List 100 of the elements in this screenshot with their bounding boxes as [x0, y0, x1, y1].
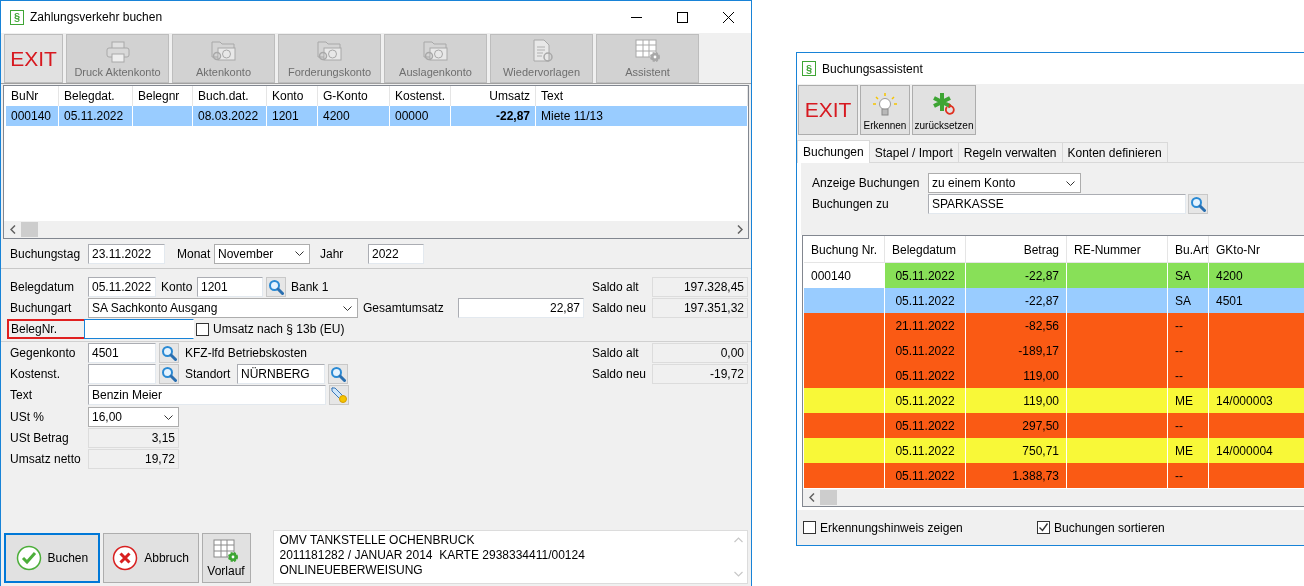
field-label: USt %	[10, 410, 45, 424]
checkbox-label: Erkennungshinweis zeigen	[820, 520, 963, 535]
table-row[interactable]: 21.11.2022 -82,56 --	[804, 313, 1304, 338]
chevron-icon	[164, 414, 173, 420]
search-icon	[268, 279, 284, 295]
search-button[interactable]	[159, 343, 179, 363]
tag-button[interactable]	[329, 385, 349, 405]
grid-icon	[213, 538, 239, 563]
input-field[interactable]	[84, 319, 194, 339]
exit-button[interactable]: EXIT	[798, 85, 858, 135]
input-field[interactable]: Benzin Meier	[88, 385, 326, 405]
field-label: Belegdatum	[10, 280, 76, 294]
table-row[interactable]: 05.11.2022 -22,87 SA 4501	[804, 288, 1304, 313]
input-field[interactable]: 2022	[368, 243, 424, 264]
table-cell: -22,87	[451, 106, 536, 126]
scrollbar[interactable]	[4, 221, 748, 238]
reset-button[interactable]: zurücksetzen	[912, 85, 976, 135]
field-label: Saldo neu	[592, 367, 648, 381]
chevron-icon	[295, 251, 304, 256]
field-label: Gegenkonto	[10, 346, 77, 360]
field-label: Konto	[161, 280, 194, 294]
table-cell: 4200	[318, 106, 390, 126]
field-label: Buchungen zu	[812, 197, 890, 211]
table-row[interactable]: 05.11.2022 297,50 --	[804, 413, 1304, 438]
folder-icon	[316, 39, 343, 63]
chevron-icon	[343, 305, 352, 311]
booking-type-dropdown[interactable]: SA Sachkonto Ausgang	[88, 298, 358, 318]
preview-button[interactable]: Vorlauf	[201, 533, 251, 583]
book-button[interactable]: Buchen	[4, 533, 100, 583]
input-field[interactable]: 23.11.2022	[88, 243, 165, 264]
field-label: Buchungstag	[10, 246, 82, 261]
search-icon	[161, 345, 177, 361]
input-field[interactable]: SPARKASSE	[928, 194, 1186, 214]
table-row[interactable]: 05.11.2022 750,71 ME 14/000004	[804, 438, 1304, 463]
search-button[interactable]	[159, 364, 179, 384]
field-label: USt Betrag	[10, 431, 70, 445]
readonly-field: -19,72	[652, 364, 748, 384]
vat-dropdown[interactable]: 16,00	[88, 407, 179, 427]
search-icon	[330, 366, 346, 382]
month-dropdown[interactable]: November	[214, 243, 310, 264]
arrow-left-icon	[9, 225, 16, 234]
exit-button[interactable]: EXIT	[4, 34, 63, 83]
tab[interactable]: Buchungen	[797, 140, 870, 163]
scrollbar-thumb[interactable]	[820, 490, 837, 505]
cross-icon	[112, 545, 139, 571]
field-label: Saldo alt	[592, 346, 640, 360]
folder-icon	[422, 39, 449, 63]
search-button[interactable]	[1188, 194, 1208, 214]
grid-icon	[634, 39, 661, 63]
readonly-field: 0,00	[652, 343, 748, 363]
input-field[interactable]: 1201	[197, 277, 263, 297]
field-label: Monat	[177, 246, 210, 261]
table-cell: Miete 11/13	[536, 106, 748, 126]
arrow-left-icon	[808, 493, 815, 502]
input-field[interactable]: 05.11.2022	[88, 277, 156, 297]
minimize-icon[interactable]	[630, 16, 642, 18]
table-cell: 08.03.2022	[193, 106, 267, 126]
chevron-icon	[1066, 180, 1075, 186]
field-label: Gesamtumsatz	[363, 301, 445, 315]
search-button[interactable]	[266, 277, 286, 297]
detect-button[interactable]: Erkennen	[860, 85, 910, 135]
memo-field[interactable]: OMV TANKSTELLE OCHENBRUCK 2011181282 / JANUAR 2014 KARTE 2938334411/00124 ONLINEUEBERWEISUNG	[272, 530, 748, 584]
cancel-button[interactable]: Abbruch	[102, 533, 199, 583]
input-field[interactable]: 4501	[88, 343, 156, 363]
readonly-field: 19,72	[88, 449, 179, 469]
field-label: Text	[10, 388, 33, 402]
table-row[interactable]: 05.11.2022 1.388,73 --	[804, 463, 1304, 488]
readonly-field: 3,15	[88, 428, 179, 448]
app-icon: §	[10, 9, 24, 25]
asterisk-icon	[930, 92, 958, 118]
maximize-icon[interactable]	[676, 11, 688, 23]
table-row[interactable]: 000140 05.11.2022 08.03.2022 1201 4200 00000 -22,87 Miete 11/13	[6, 106, 748, 126]
table-cell: 000140	[6, 106, 59, 126]
search-button[interactable]	[328, 364, 348, 384]
close-icon[interactable]	[722, 11, 734, 23]
table-cell: 000140	[804, 263, 885, 290]
table-cell: 05.11.2022	[59, 106, 133, 126]
scrollbar-thumb[interactable]	[21, 222, 38, 237]
table-cell: 1201	[267, 106, 318, 126]
checkbox[interactable]	[1037, 521, 1050, 534]
field-label: Buchungart	[10, 301, 73, 315]
table-row[interactable]: 05.11.2022 119,00 --	[804, 363, 1304, 388]
window-title: Buchungsassistent	[822, 61, 923, 76]
checkbox[interactable]	[196, 322, 209, 336]
input-field[interactable]	[88, 364, 156, 384]
checkbox-label: Umsatz nach § 13b (EU)	[213, 322, 345, 336]
table-row[interactable]: 05.11.2022 119,00 ME 14/000003	[804, 388, 1304, 413]
field-label: Kostenst.	[10, 367, 62, 381]
input-field[interactable]: 22,87	[458, 298, 584, 318]
arrow-down-icon	[734, 571, 743, 577]
table-row[interactable]: 000140 05.11.2022 -22,87 SA 4200	[804, 263, 1304, 288]
display-dropdown[interactable]: zu einem Konto	[928, 173, 1081, 193]
field-label: Saldo neu	[592, 301, 648, 315]
checkbox[interactable]	[803, 521, 816, 534]
tag-icon	[330, 386, 348, 404]
printer-icon	[105, 41, 130, 63]
account-name: Bank 1	[291, 280, 329, 294]
table-row[interactable]: 05.11.2022 -189,17 --	[804, 338, 1304, 363]
scrollbar[interactable]	[803, 489, 1304, 506]
input-field[interactable]: NÜRNBERG	[237, 364, 325, 384]
